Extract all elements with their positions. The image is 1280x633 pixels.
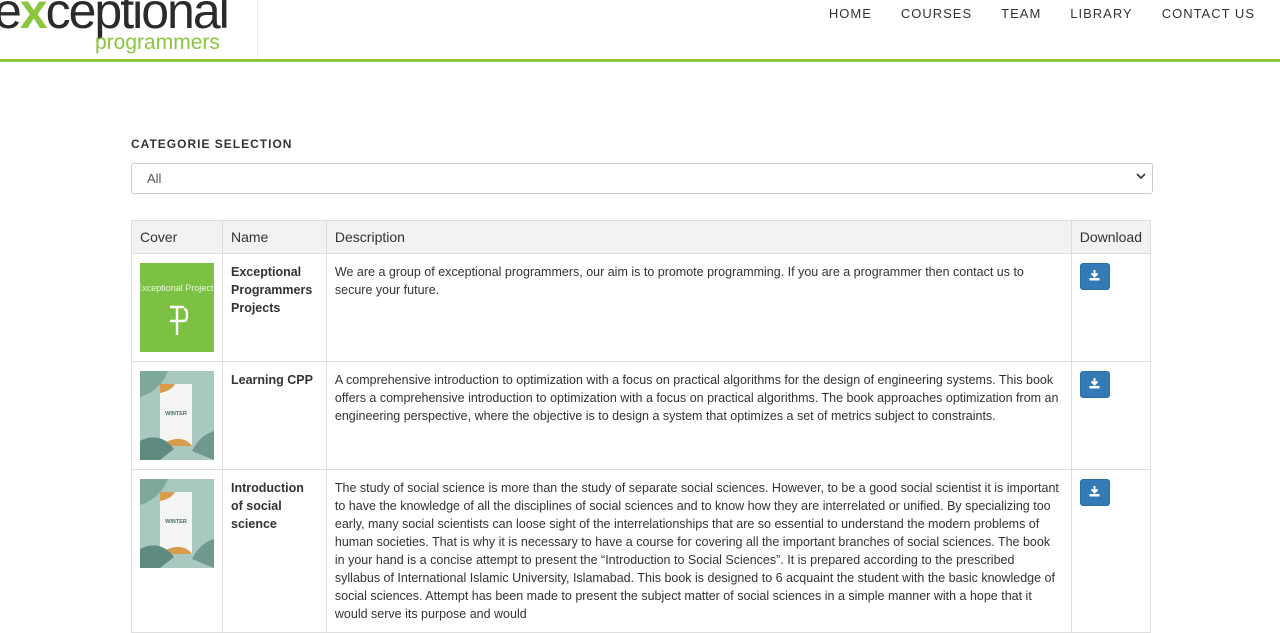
download-button[interactable] xyxy=(1079,479,1110,506)
svg-text:WINTER: WINTER xyxy=(165,519,187,525)
book-cover-image: Exceptional Projects xyxy=(140,263,214,352)
download-cell xyxy=(1070,253,1152,362)
download-cell xyxy=(1070,469,1152,633)
book-description: The study of social science is more than… xyxy=(325,469,1072,633)
col-description: Description xyxy=(325,220,1072,254)
category-select[interactable]: All xyxy=(131,163,1153,194)
cover-cell: WINTER xyxy=(131,361,223,470)
main-nav: HOME COURSES TEAM LIBRARY CONTACT US xyxy=(829,6,1255,21)
col-name: Name xyxy=(222,220,327,254)
cover-cell: WINTER xyxy=(131,469,223,633)
download-icon xyxy=(1089,270,1100,281)
table-row: WINTER Learning CPP A comprehensive intr… xyxy=(131,361,1152,470)
book-name: Learning CPP xyxy=(222,361,327,470)
logo-subtitle: programmers xyxy=(95,31,220,54)
book-description: A comprehensive introduction to optimiza… xyxy=(325,361,1072,470)
nav-courses[interactable]: COURSES xyxy=(901,6,972,21)
chevron-down-icon xyxy=(1136,173,1146,180)
category-label: CATEGORIE SELECTION xyxy=(131,137,293,151)
cover-cell: Exceptional Projects xyxy=(131,253,223,362)
svg-text:WINTER: WINTER xyxy=(165,411,187,417)
category-selected-value: All xyxy=(147,171,162,186)
book-cover-image: WINTER xyxy=(140,371,214,460)
nav-library[interactable]: LIBRARY xyxy=(1070,6,1132,21)
nav-home[interactable]: HOME xyxy=(829,6,872,21)
download-button[interactable] xyxy=(1079,263,1110,290)
col-cover: Cover xyxy=(131,220,223,254)
library-table: Cover Name Description Download Exceptio… xyxy=(131,220,1152,633)
table-row: Exceptional Projects Exceptional Program… xyxy=(131,253,1152,362)
download-cell xyxy=(1070,361,1152,470)
site-logo[interactable]: exceptional programmers xyxy=(0,0,258,59)
download-button[interactable] xyxy=(1079,371,1110,398)
download-icon xyxy=(1089,378,1100,389)
col-download: Download xyxy=(1070,220,1152,254)
nav-team[interactable]: TEAM xyxy=(1001,6,1041,21)
nav-contact-us[interactable]: CONTACT US xyxy=(1162,6,1255,21)
site-header: exceptional programmers HOME COURSES TEA… xyxy=(0,0,1280,62)
book-name: Exceptional Programmers Projects xyxy=(222,253,327,362)
table-header-row: Cover Name Description Download xyxy=(131,220,1152,254)
svg-text:Exceptional Projects: Exceptional Projects xyxy=(140,283,214,293)
book-description: We are a group of exceptional programmer… xyxy=(325,253,1072,362)
book-cover-image: WINTER xyxy=(140,479,214,568)
table-row: WINTER Introduction of social science Th… xyxy=(131,469,1152,633)
book-name: Introduction of social science xyxy=(222,469,327,633)
download-icon xyxy=(1089,486,1100,497)
